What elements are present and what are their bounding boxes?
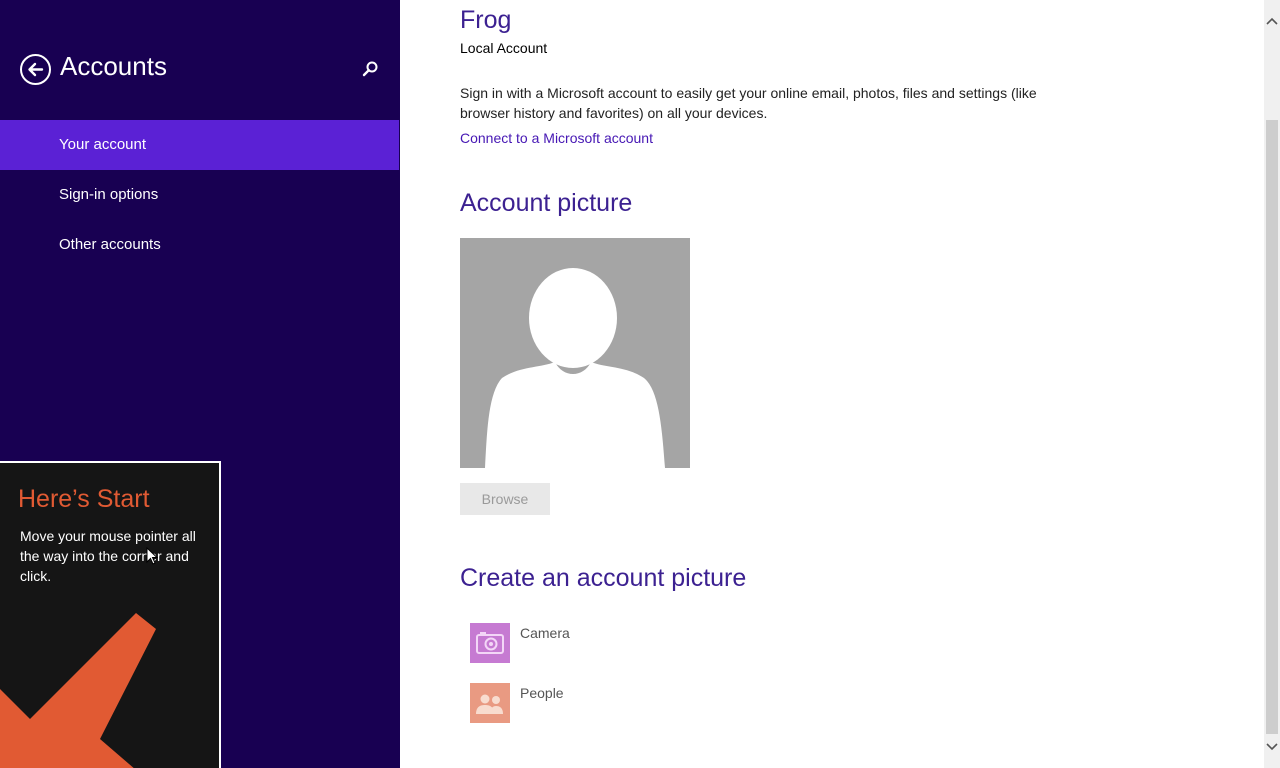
- people-tile-icon: [470, 683, 510, 723]
- connect-microsoft-account-link[interactable]: Connect to a Microsoft account: [460, 130, 653, 146]
- scroll-up-button[interactable]: [1264, 14, 1280, 30]
- account-description: Sign in with a Microsoft account to easi…: [460, 85, 1037, 121]
- default-user-avatar: [485, 268, 665, 468]
- mouse-cursor-icon: [146, 547, 158, 565]
- sidebar: Accounts Your account Sign-in options Ot…: [0, 0, 400, 768]
- back-button[interactable]: [20, 54, 51, 85]
- sidebar-header: Accounts: [20, 51, 380, 86]
- sidebar-item-your-account[interactable]: Your account: [0, 120, 399, 170]
- sidebar-item-label: Other accounts: [59, 236, 161, 253]
- sidebar-item-other-accounts[interactable]: Other accounts: [0, 220, 399, 270]
- arrow-down-left-icon: [0, 613, 156, 768]
- scroll-down-button[interactable]: [1264, 738, 1280, 754]
- camera-label: Camera: [520, 625, 570, 641]
- search-button[interactable]: [361, 60, 379, 78]
- search-icon: [362, 61, 378, 77]
- tip-title: Here’s Start: [18, 485, 150, 513]
- main-content: Frog Local Account Sign in with a Micros…: [400, 0, 1264, 768]
- user-name: Frog: [460, 6, 512, 34]
- vertical-scrollbar[interactable]: [1264, 0, 1280, 768]
- scrollbar-thumb[interactable]: [1266, 120, 1278, 734]
- sidebar-item-label: Sign-in options: [59, 186, 159, 203]
- chevron-up-icon: [1266, 17, 1278, 25]
- tip-body: Move your mouse pointer all the way into…: [20, 528, 196, 584]
- account-picture: [460, 238, 690, 468]
- people-label: People: [520, 685, 564, 701]
- camera-tile-icon: [470, 623, 510, 663]
- account-picture-heading: Account picture: [460, 189, 633, 217]
- sidebar-item-label: Your account: [59, 136, 147, 153]
- chevron-down-icon: [1266, 743, 1278, 751]
- people-icon: [476, 694, 503, 714]
- create-picture-heading: Create an account picture: [460, 564, 747, 592]
- sidebar-item-sign-in-options[interactable]: Sign-in options: [0, 170, 399, 220]
- camera-icon: [476, 632, 504, 654]
- camera-app-tile[interactable]: Camera: [470, 623, 770, 663]
- account-type: Local Account: [460, 40, 548, 56]
- start-tip-callout: Here’s Start Move your mouse pointer all…: [0, 461, 221, 768]
- browse-button[interactable]: Browse: [460, 483, 550, 515]
- arrow-left-icon: [28, 62, 44, 77]
- people-app-tile[interactable]: People: [470, 683, 770, 723]
- page-title: Accounts: [60, 51, 167, 81]
